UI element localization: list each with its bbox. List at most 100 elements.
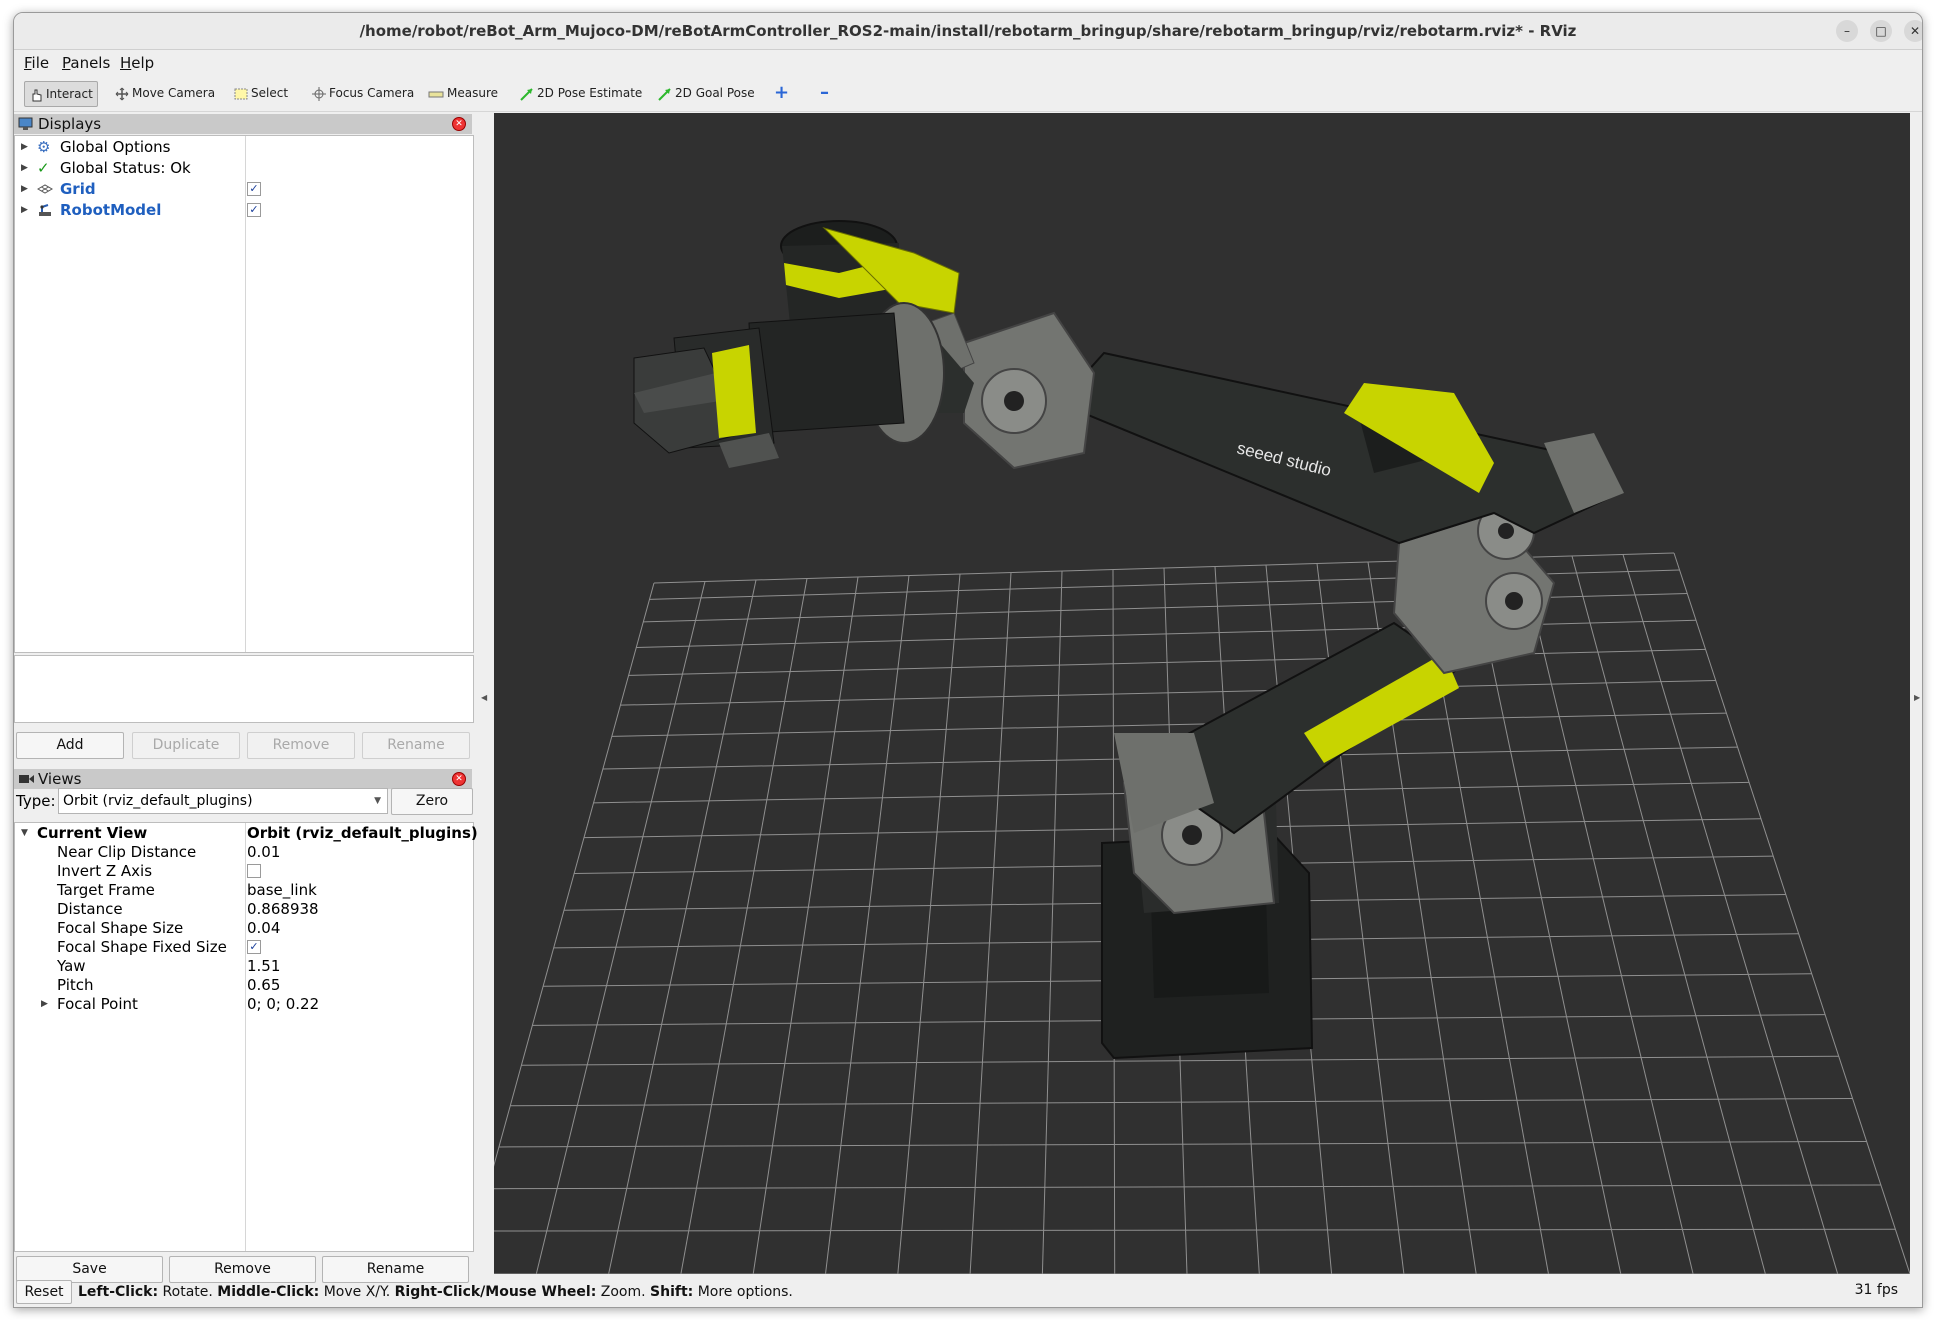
monitor-icon — [18, 117, 33, 130]
property-row[interactable]: ▶ Focal Point 0; 0; 0.22 — [15, 994, 473, 1014]
3d-render-viewport[interactable]: seeed studio — [494, 113, 1910, 1274]
move-arrows-icon — [115, 87, 129, 100]
camera-icon — [19, 775, 34, 783]
remove-tool-button[interactable]: – — [816, 81, 833, 105]
interact-tool[interactable]: Interact — [24, 81, 98, 107]
property-row[interactable]: Pitch 0.65 — [15, 975, 473, 995]
menu-file[interactable]: File — [24, 54, 49, 72]
property-row[interactable]: Distance 0.868938 — [15, 899, 473, 919]
pose-estimate-tool[interactable]: 2D Pose Estimate — [516, 81, 646, 105]
display-description-box — [14, 655, 474, 723]
menu-help-label: elp — [131, 54, 155, 72]
menu-panels[interactable]: Panels — [62, 54, 110, 72]
current-view-value: Orbit (rviz_default_plugins) — [247, 824, 478, 842]
pitch-label: Pitch — [57, 976, 94, 994]
display-item-robotmodel[interactable]: ▶ RobotModel ✓ — [15, 200, 473, 220]
display-item-grid[interactable]: ▶ Grid ✓ — [15, 179, 473, 199]
grid-label: Grid — [60, 180, 96, 198]
expand-arrow-icon[interactable]: ▶ — [21, 184, 28, 194]
near-clip-distance-value[interactable]: 0.01 — [247, 843, 280, 861]
view-type-combobox[interactable]: Orbit (rviz_default_plugins) ▼ — [58, 788, 388, 814]
target-frame-value[interactable]: base_link — [247, 881, 317, 899]
goal-pose-tool[interactable]: 2D Goal Pose — [654, 81, 759, 105]
display-item-global-options[interactable]: ▶ ⚙ Global Options — [15, 137, 473, 157]
display-item-global-status[interactable]: ▶ ✓ Global Status: Ok — [15, 158, 473, 178]
property-row[interactable]: Near Clip Distance 0.01 — [15, 842, 473, 862]
robotmodel-enable-checkbox[interactable]: ✓ — [247, 203, 261, 217]
select-box-icon — [234, 88, 248, 99]
yaw-value[interactable]: 1.51 — [247, 957, 280, 975]
pose-estimate-label: 2D Pose Estimate — [537, 86, 643, 100]
green-arrow-icon — [520, 87, 533, 101]
focal-point-value[interactable]: 0; 0; 0.22 — [247, 995, 319, 1013]
views-panel-header: Views ✕ — [14, 769, 472, 789]
global-options-label: Global Options — [60, 138, 171, 156]
property-row[interactable]: Yaw 1.51 — [15, 956, 473, 976]
hint-text-shift: More options. — [693, 1284, 793, 1300]
duplicate-display-button[interactable]: Duplicate — [132, 732, 240, 759]
minimize-button[interactable]: – — [1836, 20, 1858, 42]
displays-close-icon[interactable]: ✕ — [452, 117, 466, 131]
add-tool-button[interactable]: + — [770, 81, 793, 105]
interact-label: Interact — [46, 87, 93, 101]
move-camera-tool[interactable]: Move Camera — [111, 81, 219, 105]
right-dock-area[interactable]: ▶ — [1912, 113, 1922, 1274]
grid-enable-checkbox[interactable]: ✓ — [247, 182, 261, 196]
left-splitter-handle[interactable]: ◀ — [481, 693, 487, 702]
menu-help[interactable]: Help — [120, 54, 154, 72]
remove-display-button[interactable]: Remove — [247, 732, 355, 759]
select-tool[interactable]: Select — [230, 81, 292, 105]
gear-icon: ⚙ — [37, 138, 51, 156]
distance-label: Distance — [57, 900, 123, 918]
right-splitter-handle[interactable]: ▶ — [1914, 693, 1920, 702]
hint-key-middle-click: Middle-Click: — [217, 1284, 320, 1300]
focus-target-icon — [312, 86, 326, 101]
reset-button[interactable]: Reset — [16, 1280, 72, 1304]
move-camera-label: Move Camera — [132, 86, 216, 100]
menu-file-mnemonic: F — [24, 54, 32, 72]
near-clip-distance-label: Near Clip Distance — [57, 843, 197, 861]
views-properties-tree: ▼ Current View Orbit (rviz_default_plugi… — [14, 822, 478, 1252]
focal-shape-fixed-size-checkbox[interactable]: ✓ — [247, 940, 261, 954]
zero-view-button[interactable]: Zero — [391, 788, 473, 815]
expand-arrow-icon[interactable]: ▶ — [21, 205, 28, 215]
maximize-button[interactable]: □ — [1870, 20, 1892, 42]
title-bar[interactable]: /home/robot/reBot_Arm_Mujoco-DM/reBotArm… — [14, 13, 1922, 50]
distance-value[interactable]: 0.868938 — [247, 900, 319, 918]
views-title: Views — [38, 770, 82, 788]
expand-arrow-icon[interactable]: ▶ — [21, 163, 28, 173]
hint-text-middle-click: Move X/Y. — [319, 1284, 395, 1300]
expand-arrow-icon[interactable]: ▶ — [21, 142, 28, 152]
displays-panel-header: Displays ✕ — [14, 114, 472, 134]
target-frame-label: Target Frame — [57, 881, 155, 899]
property-row[interactable]: Invert Z Axis — [15, 861, 473, 881]
hint-text-left-click: Rotate. — [158, 1284, 218, 1300]
focus-camera-tool[interactable]: Focus Camera — [308, 81, 418, 105]
pitch-value[interactable]: 0.65 — [247, 976, 280, 994]
status-bar: Reset Left-Click: Rotate. Middle-Click: … — [14, 1278, 1922, 1307]
current-view-row[interactable]: ▼ Current View Orbit (rviz_default_plugi… — [15, 823, 478, 843]
property-row[interactable]: Focal Shape Fixed Size ✓ — [15, 937, 473, 957]
invert-z-axis-checkbox[interactable] — [247, 864, 261, 878]
hint-key-right-click: Right-Click/Mouse Wheel: — [394, 1284, 597, 1300]
ruler-icon — [428, 91, 444, 97]
tool-bar: Interact Move Camera Select Focus Camera… — [14, 75, 1922, 112]
render-scene: seeed studio — [494, 220, 1910, 1274]
invert-z-axis-label: Invert Z Axis — [57, 862, 153, 880]
close-button[interactable]: ✕ — [1904, 20, 1922, 42]
property-row[interactable]: Target Frame base_link — [15, 880, 473, 900]
add-display-button[interactable]: Add — [16, 732, 124, 759]
measure-tool[interactable]: Measure — [424, 81, 502, 105]
views-close-icon[interactable]: ✕ — [452, 772, 466, 786]
expand-arrow-icon[interactable]: ▶ — [41, 999, 48, 1009]
focal-shape-size-value[interactable]: 0.04 — [247, 919, 280, 937]
rename-display-button[interactable]: Rename — [362, 732, 470, 759]
measure-label: Measure — [447, 86, 498, 100]
property-row[interactable]: Focal Shape Size 0.04 — [15, 918, 473, 938]
collapse-arrow-icon[interactable]: ▼ — [21, 828, 28, 838]
checkmark-icon: ✓ — [37, 159, 50, 177]
hint-text-right-click: Zoom. — [596, 1284, 651, 1300]
focal-point-label: Focal Point — [57, 995, 138, 1013]
view-type-value: Orbit (rviz_default_plugins) — [63, 793, 253, 809]
window-title: /home/robot/reBot_Arm_Mujoco-DM/reBotArm… — [359, 22, 1577, 40]
